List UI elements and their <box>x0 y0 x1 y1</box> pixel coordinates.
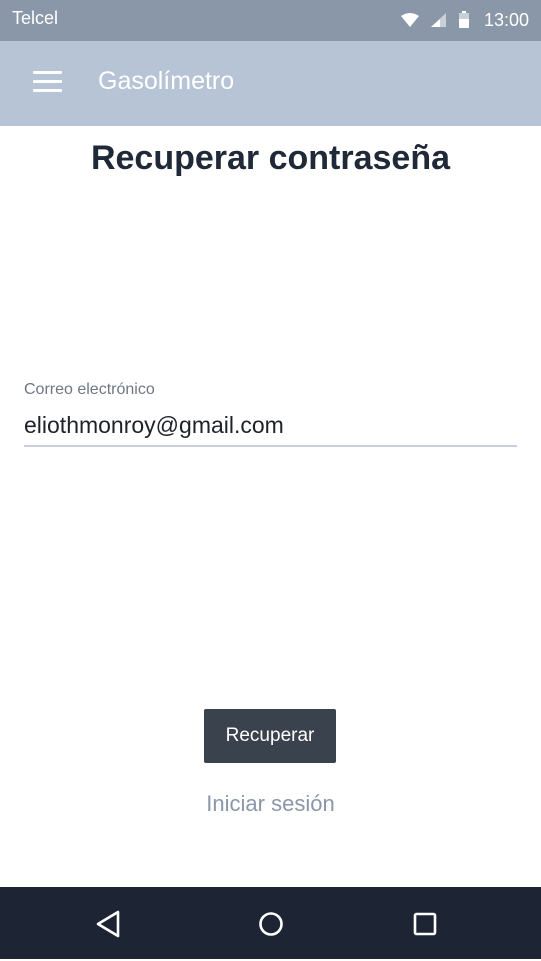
wifi-icon <box>400 12 420 28</box>
email-field[interactable] <box>24 405 517 447</box>
carrier-name: Telcel <box>12 8 59 28</box>
login-link[interactable]: Iniciar sesión <box>0 791 541 817</box>
recover-button[interactable]: Recuperar <box>204 709 336 763</box>
signal-icon <box>430 12 448 28</box>
recents-icon[interactable] <box>408 907 442 941</box>
app-title: Gasolímetro <box>98 67 235 95</box>
page-title: Recuperar contraseña <box>90 139 451 177</box>
status-icons: 13:00 <box>400 6 529 34</box>
back-icon[interactable] <box>92 907 126 941</box>
status-bar: Telcel 13:00 <box>0 0 541 41</box>
navigation-bar <box>0 887 541 959</box>
email-label: Correo electrónico <box>24 381 155 398</box>
app-bar: Gasolímetro <box>0 41 541 126</box>
battery-icon <box>458 11 470 29</box>
home-icon[interactable] <box>254 907 288 941</box>
clock: 13:00 <box>483 9 529 30</box>
app-screen: Telcel 13:00 Gasolímetro Recuperar contr… <box>0 0 541 961</box>
menu-icon[interactable] <box>30 67 64 97</box>
